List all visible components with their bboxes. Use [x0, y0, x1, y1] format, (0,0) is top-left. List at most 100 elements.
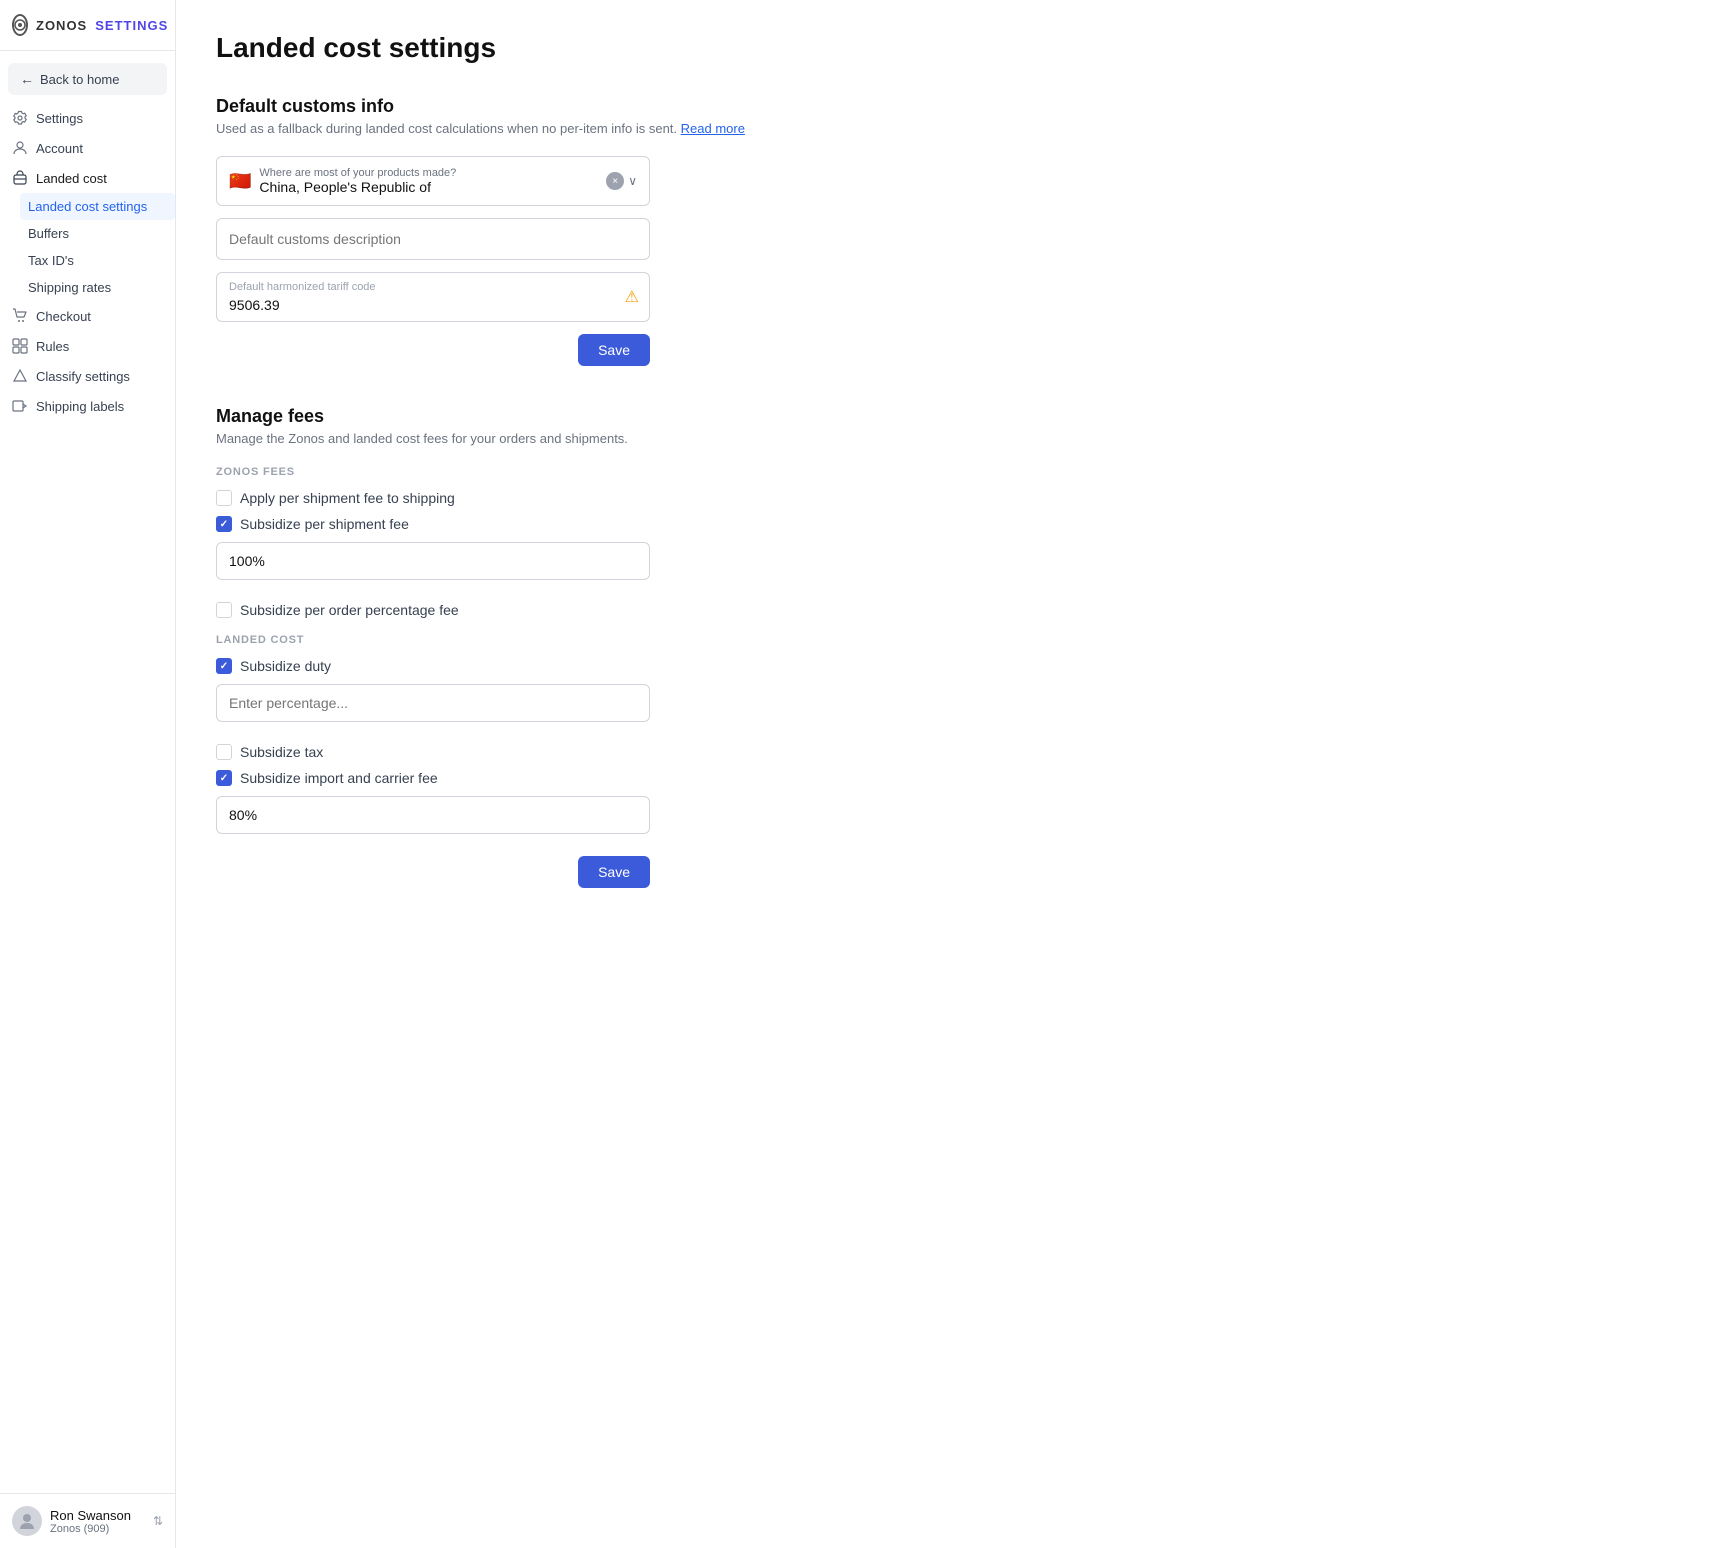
china-flag: 🇨🇳 — [229, 171, 251, 192]
dropdown-arrow-icon: ∨ — [628, 174, 637, 188]
tariff-code-label: Default harmonized tariff code — [217, 273, 649, 295]
subsidize-import-input[interactable] — [216, 796, 650, 834]
sidebar-item-account[interactable]: Account — [0, 133, 175, 163]
customs-section-description: Used as a fallback during landed cost ca… — [216, 121, 1036, 136]
tax-ids-label: Tax ID's — [28, 253, 74, 268]
fees-section-title: Manage fees — [216, 406, 1036, 427]
back-to-home-button[interactable]: ← Back to home — [8, 63, 167, 95]
subsidize-duty-checkbox[interactable] — [216, 658, 232, 674]
subsidize-per-shipment-label: Subsidize per shipment fee — [240, 516, 409, 532]
avatar — [12, 1506, 42, 1536]
arrow-left-icon: ← — [20, 71, 34, 87]
user-org: Zonos (909) — [50, 1523, 145, 1535]
sidebar-account-label: Account — [36, 141, 83, 156]
logo-settings: SETTINGS — [95, 18, 168, 33]
zonos-fees-label: ZONOS FEES — [216, 466, 1036, 478]
sidebar-item-landed-cost[interactable]: Landed cost — [0, 163, 175, 193]
fees-section-description: Manage the Zonos and landed cost fees fo… — [216, 431, 1036, 446]
sidebar-item-rules[interactable]: Rules — [0, 331, 175, 361]
label-icon — [12, 398, 28, 414]
buffers-label: Buffers — [28, 226, 69, 241]
user-name: Ron Swanson — [50, 1508, 145, 1523]
country-content: Where are most of your products made? Ch… — [259, 167, 598, 195]
country-selector-group: 🇨🇳 Where are most of your products made?… — [216, 156, 1036, 206]
subsidize-per-shipment-input[interactable] — [216, 542, 650, 580]
sidebar-header: ZONOS SETTINGS — [0, 0, 175, 51]
subsidize-import-checkbox[interactable] — [216, 770, 232, 786]
warning-icon: ⚠ — [625, 287, 639, 307]
sidebar-item-classify-settings[interactable]: Classify settings — [0, 361, 175, 391]
fees-section: Manage fees Manage the Zonos and landed … — [216, 406, 1036, 888]
subsidize-tax-checkbox[interactable] — [216, 744, 232, 760]
grid-icon — [12, 338, 28, 354]
sidebar-navigation: ← Back to home Settings — [0, 51, 175, 1493]
subsidize-import-row: Subsidize import and carrier fee — [216, 770, 1036, 786]
subsidize-per-shipment-checkbox[interactable] — [216, 516, 232, 532]
gear-icon — [12, 110, 28, 126]
subsidize-duty-row: Subsidize duty — [216, 658, 1036, 674]
triangle-icon — [12, 368, 28, 384]
subsidize-duty-label: Subsidize duty — [240, 658, 331, 674]
country-question-label: Where are most of your products made? — [259, 167, 598, 179]
sidebar: ZONOS SETTINGS ← Back to home Settings — [0, 0, 176, 1548]
sidebar-item-buffers[interactable]: Buffers — [28, 220, 175, 247]
page-title: Landed cost settings — [216, 32, 1036, 64]
fees-save-wrapper: Save — [216, 856, 650, 888]
customs-description-group — [216, 218, 1036, 260]
apply-per-shipment-checkbox[interactable] — [216, 490, 232, 506]
subsidize-per-shipment-row: Subsidize per shipment fee — [216, 516, 1036, 532]
customs-section-title: Default customs info — [216, 96, 1036, 117]
user-profile[interactable]: Ron Swanson Zonos (909) ⇅ — [0, 1493, 175, 1548]
subsidize-per-shipment-value-group — [216, 542, 1036, 590]
subsidize-tax-row: Subsidize tax — [216, 744, 1036, 760]
main-content: Landed cost settings Default customs inf… — [176, 0, 1076, 1548]
customs-description-input[interactable] — [217, 219, 649, 259]
cart-icon — [12, 308, 28, 324]
apply-per-shipment-row: Apply per shipment fee to shipping — [216, 490, 1036, 506]
user-info: Ron Swanson Zonos (909) — [50, 1508, 145, 1535]
subsidize-duty-input[interactable] — [216, 684, 650, 722]
read-more-link[interactable]: Read more — [681, 121, 745, 136]
sidebar-item-landed-cost-settings[interactable]: Landed cost settings — [20, 193, 175, 220]
subsidize-duty-input-group — [216, 684, 1036, 732]
country-selector[interactable]: 🇨🇳 Where are most of your products made?… — [216, 156, 650, 206]
sidebar-settings-label: Settings — [36, 111, 83, 126]
sidebar-item-checkout[interactable]: Checkout — [0, 301, 175, 331]
country-value: China, People's Republic of — [259, 179, 598, 195]
logo-icon — [12, 14, 28, 36]
sidebar-checkout-label: Checkout — [36, 309, 91, 324]
sidebar-item-shipping-labels[interactable]: Shipping labels — [0, 391, 175, 421]
chevron-updown-icon: ⇅ — [153, 1514, 163, 1528]
shipping-rates-label: Shipping rates — [28, 280, 111, 295]
tariff-code-input[interactable] — [217, 295, 649, 321]
customs-info-section: Default customs info Used as a fallback … — [216, 96, 1036, 366]
logo-text: ZONOS — [36, 18, 87, 33]
subsidize-tax-label: Subsidize tax — [240, 744, 323, 760]
customs-save-button[interactable]: Save — [578, 334, 650, 366]
subsidize-per-order-row: Subsidize per order percentage fee — [216, 602, 1036, 618]
bag-icon — [12, 170, 28, 186]
apply-per-shipment-label: Apply per shipment fee to shipping — [240, 490, 455, 506]
subsidize-per-order-checkbox[interactable] — [216, 602, 232, 618]
landed-cost-label: LANDED COST — [216, 634, 1036, 646]
subsidize-per-order-label: Subsidize per order percentage fee — [240, 602, 459, 618]
landed-cost-settings-label: Landed cost settings — [28, 199, 147, 214]
sidebar-shipping-labels-label: Shipping labels — [36, 399, 124, 414]
sidebar-item-settings[interactable]: Settings — [0, 103, 175, 133]
fees-save-button[interactable]: Save — [578, 856, 650, 888]
nav-section: Settings Account — [0, 103, 175, 421]
sidebar-item-tax-ids[interactable]: Tax ID's — [28, 247, 175, 274]
customs-save-wrapper: Save — [216, 334, 650, 366]
subsidize-import-value-group — [216, 796, 1036, 844]
country-clear-button[interactable]: × — [606, 172, 624, 190]
tariff-code-group: Default harmonized tariff code ⚠ — [216, 272, 1036, 322]
sidebar-item-shipping-rates[interactable]: Shipping rates — [28, 274, 175, 301]
sidebar-landed-cost-label: Landed cost — [36, 171, 107, 186]
sidebar-rules-label: Rules — [36, 339, 69, 354]
sidebar-classify-label: Classify settings — [36, 369, 130, 384]
sidebar-submenu-landed-cost: Landed cost settings Buffers Tax ID's Sh… — [0, 193, 175, 301]
country-actions: × ∨ — [606, 172, 637, 190]
back-button-label: Back to home — [40, 72, 120, 87]
subsidize-import-label: Subsidize import and carrier fee — [240, 770, 438, 786]
person-icon — [12, 140, 28, 156]
